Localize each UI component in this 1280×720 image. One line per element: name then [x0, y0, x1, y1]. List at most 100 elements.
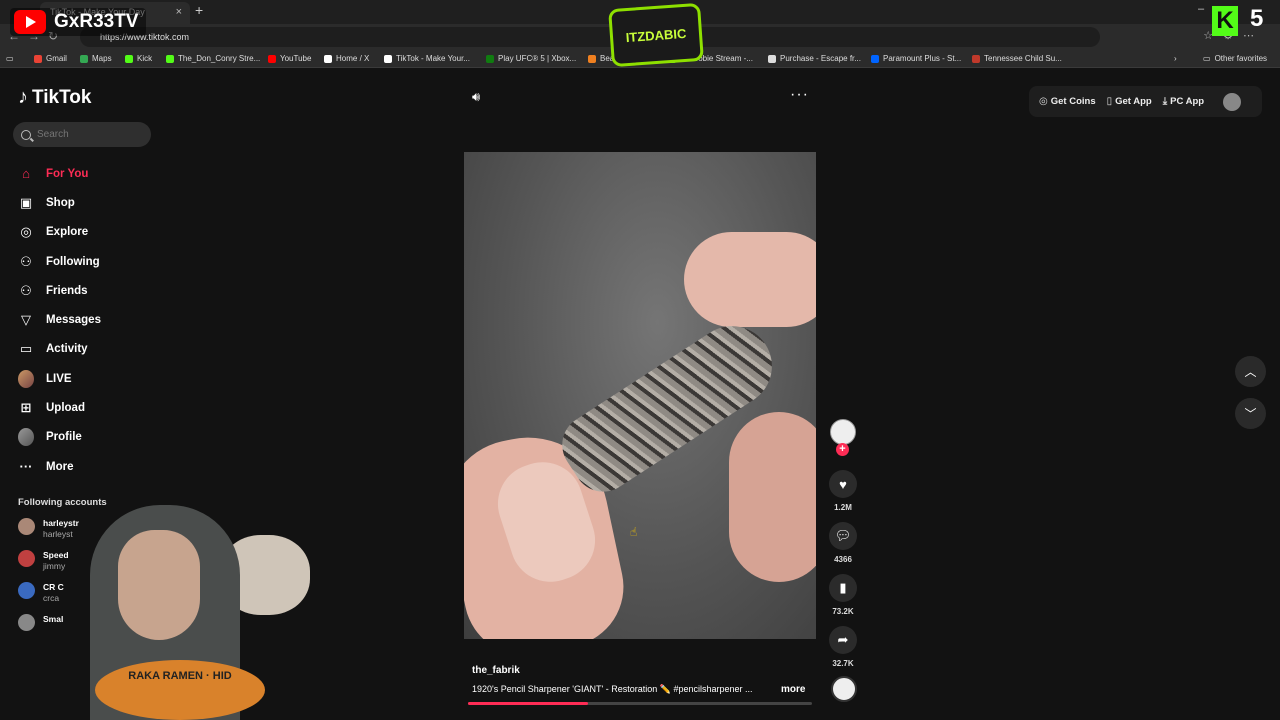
- sidebar-item-label: For You: [46, 167, 89, 180]
- youtube-channel-overlay: GxR33TV: [10, 8, 147, 36]
- upload-icon: ⊞: [20, 400, 32, 416]
- sidebar-nav: ⌂ For You ▣ Shop ◎ Explore ⚇ Following ⚇ Friends ▽…: [18, 159, 101, 481]
- more-options-icon[interactable]: ···: [790, 86, 809, 104]
- share-count: 32.7K: [832, 659, 854, 668]
- following-account[interactable]: CR Ccrca: [18, 582, 64, 604]
- tiktok-logo[interactable]: ♪ TikTok: [18, 86, 91, 109]
- folder-icon: ▭: [1203, 54, 1211, 63]
- tiktok-logo-text: TikTok: [32, 86, 92, 108]
- sidebar-item-label: Following: [46, 255, 100, 268]
- home-icon: ⌂: [22, 166, 30, 182]
- bookmark-favicon-icon: [34, 54, 42, 63]
- bookmark-favicon-icon: [80, 54, 88, 63]
- video-progress-bar[interactable]: [468, 702, 812, 705]
- bookmark-label: Tennessee Child Su...: [984, 54, 1062, 63]
- minimize-icon[interactable]: –: [1198, 3, 1204, 15]
- other-favorites[interactable]: ▭ Other favorites: [1203, 54, 1267, 63]
- creator-avatar[interactable]: [830, 419, 856, 445]
- follow-plus-icon[interactable]: +: [836, 443, 849, 456]
- heart-icon: ♥: [829, 470, 857, 498]
- search-input[interactable]: [37, 129, 137, 140]
- previous-video-arrow-icon[interactable]: ︿: [1235, 356, 1266, 387]
- bookmark-item[interactable]: YouTube: [268, 54, 311, 63]
- webcam-overlay: RAKA RAMEN · HID: [60, 495, 310, 720]
- share-button[interactable]: ➦ 32.7K: [826, 626, 860, 668]
- sidebar-item-label: Messages: [46, 314, 101, 327]
- sidebar-item-more[interactable]: ··· More: [18, 452, 101, 481]
- video-finger: [729, 412, 816, 582]
- more-link[interactable]: more: [781, 684, 805, 695]
- sidebar-item-live[interactable]: LIVE: [18, 364, 101, 393]
- avatar: [18, 369, 34, 388]
- url-field[interactable]: https://www.tiktok.com: [80, 27, 1100, 47]
- youtube-channel-name: GxR33TV: [54, 11, 139, 32]
- search-box[interactable]: [13, 122, 151, 147]
- get-app-label: Get App: [1115, 96, 1152, 107]
- sidebar-item-label: More: [46, 460, 74, 473]
- bookmark-item[interactable]: The_Don_Conry Stre...: [166, 54, 260, 63]
- following-account[interactable]: Smal: [18, 614, 63, 631]
- tiktok-note-icon: ♪: [18, 86, 28, 108]
- bookmark-item[interactable]: Kick: [125, 54, 152, 63]
- sidebar-item-following[interactable]: ⚇ Following: [18, 247, 101, 276]
- close-tab-icon[interactable]: ×: [176, 6, 182, 18]
- pc-app-button[interactable]: ⤓ PC App: [1163, 96, 1204, 107]
- user-avatar[interactable]: [1223, 92, 1242, 111]
- sidebar-item-label: LIVE: [46, 372, 72, 385]
- sidebar-item-messages[interactable]: ▽ Messages: [18, 305, 101, 334]
- sidebar-item-activity[interactable]: ▭ Activity: [18, 335, 101, 364]
- bookmark-favicon-icon: [486, 54, 494, 63]
- bookmark-label: Kick: [137, 54, 153, 63]
- bookmark-label: Maps: [92, 54, 112, 63]
- bookmark-item[interactable]: TikTok - Make Your...: [384, 54, 470, 63]
- volume-icon[interactable]: 🔊︎: [472, 89, 480, 105]
- video-finger: [684, 232, 816, 327]
- video-player[interactable]: [464, 152, 816, 639]
- video-author[interactable]: the_fabrik: [472, 665, 520, 676]
- new-tab-button[interactable]: +: [195, 2, 203, 18]
- video-description: 1920's Pencil Sharpener 'GIANT' - Restor…: [472, 684, 753, 694]
- other-favorites-label: Other favorites: [1214, 54, 1268, 63]
- video-progress-fill: [468, 702, 589, 705]
- comment-button[interactable]: 💬︎ 4366: [826, 522, 860, 564]
- bookmark-item[interactable]: Play UFC® 5 | Xbox...: [486, 54, 576, 63]
- bookmark-favicon-icon: [871, 54, 879, 63]
- bookmark-favicon-icon: [768, 54, 776, 63]
- sidebar-item-shop[interactable]: ▣ Shop: [18, 188, 101, 217]
- sidebar-item-profile[interactable]: Profile: [18, 423, 101, 452]
- apps-icon[interactable]: ▭: [6, 54, 14, 63]
- webcam-face: [118, 530, 200, 640]
- kick-number-overlay: 5: [1250, 5, 1264, 32]
- avatar: [18, 614, 35, 631]
- sidebar-item-friends[interactable]: ⚇ Friends: [18, 276, 101, 305]
- sidebar-item-for-you[interactable]: ⌂ For You: [18, 159, 101, 188]
- activity-icon: ▭: [19, 341, 33, 357]
- save-button[interactable]: ▮ 73.2K: [826, 574, 860, 616]
- avatar: [18, 428, 34, 447]
- bookmark-favicon-icon: [324, 54, 332, 63]
- pc-app-label: PC App: [1170, 96, 1205, 107]
- get-app-button[interactable]: ▯ Get App: [1107, 96, 1152, 107]
- music-disc-icon[interactable]: [831, 676, 857, 702]
- get-coins-button[interactable]: ◎ Get Coins: [1039, 96, 1096, 107]
- following-icon: ⚇: [20, 253, 32, 269]
- bookmark-item[interactable]: Maps: [80, 54, 112, 63]
- bookmark-item[interactable]: Paramount Plus - St...: [871, 54, 961, 63]
- bookmark-item[interactable]: Gmail: [34, 54, 67, 63]
- like-button[interactable]: ♥ 1.2M: [826, 470, 860, 512]
- avatar: [18, 518, 35, 535]
- sidebar-item-explore[interactable]: ◎ Explore: [18, 218, 101, 247]
- bookmark-label: Play UFC® 5 | Xbox...: [498, 54, 577, 63]
- sidebar-item-upload[interactable]: ⊞ Upload: [18, 393, 101, 422]
- top-actions-bar: ◎ Get Coins ▯ Get App ⤓ PC App: [1029, 86, 1262, 117]
- next-video-arrow-icon[interactable]: ﹀: [1235, 398, 1266, 429]
- bookmark-item[interactable]: Home / X: [324, 54, 369, 63]
- chevron-right-icon[interactable]: ›: [1174, 54, 1177, 63]
- messages-icon: ▽: [21, 312, 31, 328]
- bookmark-label: Home / X: [336, 54, 370, 63]
- bookmark-label: YouTube: [280, 54, 312, 63]
- compass-icon: ◎: [20, 224, 32, 240]
- avatar: [18, 582, 35, 599]
- bookmark-item[interactable]: Purchase - Escape fr...: [768, 54, 861, 63]
- bookmark-item[interactable]: Tennessee Child Su...: [972, 54, 1062, 63]
